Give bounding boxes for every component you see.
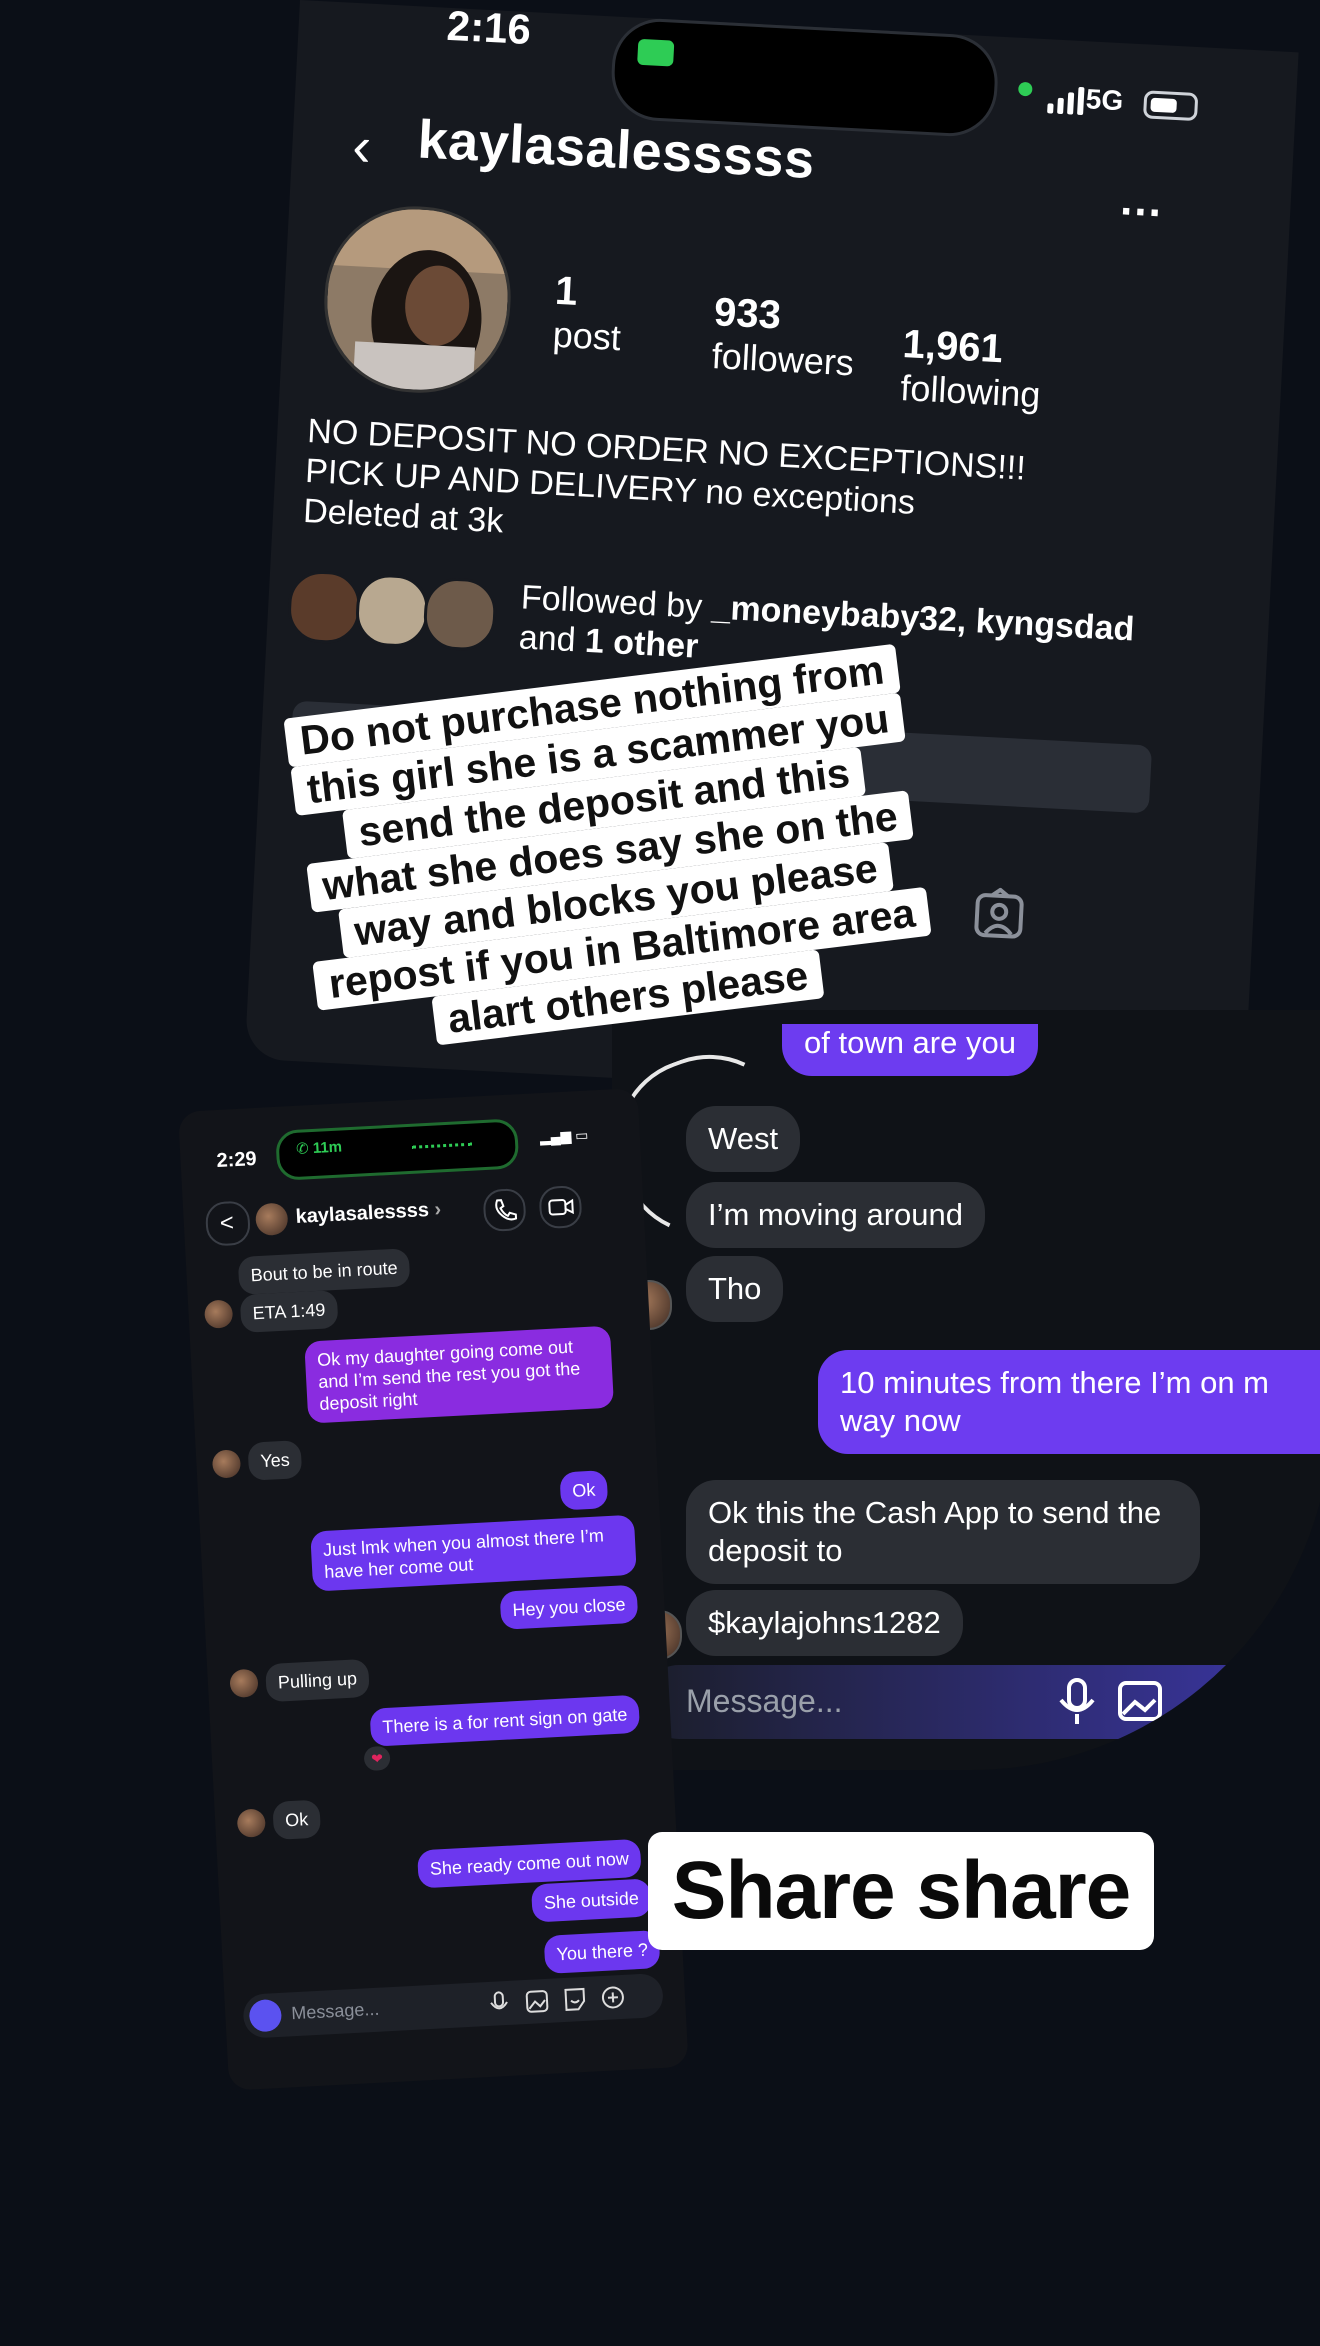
contact-avatar[interactable] bbox=[254, 1202, 289, 1237]
profile-avatar[interactable] bbox=[319, 201, 516, 398]
message-bubble: Ok this the Cash App to send the deposit… bbox=[686, 1480, 1200, 1584]
message-bubble: ETA 1:49 bbox=[239, 1289, 339, 1333]
follower-avatar bbox=[286, 569, 363, 645]
message-bubble: Ok bbox=[272, 1799, 322, 1840]
back-chevron-icon[interactable]: ‹ bbox=[351, 113, 373, 179]
privacy-indicator bbox=[1017, 81, 1033, 97]
more-icon[interactable]: ... bbox=[1119, 175, 1164, 227]
message-bubble: Yes bbox=[247, 1440, 303, 1481]
followers-count: 933 bbox=[713, 290, 783, 338]
back-button[interactable]: < bbox=[204, 1200, 252, 1247]
stat-followers[interactable]: 933 followers bbox=[711, 290, 857, 384]
mic-icon[interactable] bbox=[1057, 1678, 1097, 1726]
posts-label: post bbox=[551, 313, 622, 359]
stat-following[interactable]: 1,961 following bbox=[899, 322, 1043, 416]
status-time: 2:29 bbox=[216, 1147, 258, 1173]
message-bubble: Ok my daughter going come out and I’m se… bbox=[304, 1325, 615, 1424]
contact-avatar bbox=[211, 1449, 242, 1479]
dynamic-island bbox=[609, 16, 1001, 139]
call-timer: ✆ 11m bbox=[295, 1138, 343, 1158]
follower-avatar bbox=[422, 576, 498, 653]
contact-avatar bbox=[203, 1299, 234, 1329]
share-caption: Share share bbox=[648, 1832, 1154, 1950]
message-bubble: Hey you close bbox=[499, 1584, 639, 1630]
mic-icon[interactable] bbox=[486, 1990, 511, 2017]
message-bubble: Tho bbox=[686, 1256, 784, 1322]
video-icon[interactable] bbox=[538, 1185, 583, 1230]
contact-name[interactable]: kaylasalessss › bbox=[295, 1198, 442, 1229]
message-bubble: You there ? bbox=[543, 1929, 661, 1974]
stat-posts[interactable]: 1 post bbox=[552, 269, 625, 359]
contact-avatar bbox=[236, 1808, 267, 1838]
signal-icon: ▂▄▆ ▭ bbox=[539, 1126, 589, 1146]
followers-label: followers bbox=[710, 335, 855, 384]
message-bubble: She outside bbox=[530, 1878, 652, 1923]
message-bubble: 10 minutes from there I’m on m way now bbox=[818, 1350, 1320, 1454]
status-time: 2:16 bbox=[445, 1, 533, 54]
gallery-icon[interactable] bbox=[1117, 1680, 1163, 1722]
heart-reaction: ❤ bbox=[363, 1745, 391, 1772]
phone-icon[interactable] bbox=[482, 1187, 527, 1233]
chat-screenshot: 2:29 ✆ 11m ▂▄▆ ▭ < kaylasalessss › Bout … bbox=[178, 1087, 689, 2091]
message-placeholder: Message... bbox=[686, 1683, 843, 1719]
plus-icon[interactable] bbox=[600, 1984, 625, 2011]
camera-icon bbox=[637, 38, 675, 67]
message-bubble: Just lmk when you almost there I’m have … bbox=[310, 1514, 637, 1592]
battery-icon bbox=[1142, 90, 1199, 122]
posts-count: 1 bbox=[553, 268, 579, 314]
message-bubble: of town are you bbox=[782, 1024, 1038, 1076]
sticker-icon[interactable] bbox=[562, 1986, 587, 2013]
follower-avatar bbox=[354, 572, 431, 649]
network-label: 5G bbox=[1085, 83, 1125, 117]
following-count: 1,961 bbox=[901, 322, 1004, 372]
gallery-icon[interactable] bbox=[524, 1988, 549, 2015]
message-bubble: Ok bbox=[559, 1470, 609, 1511]
message-bubble: Pulling up bbox=[265, 1658, 370, 1703]
message-bubble: Bout to be in route bbox=[237, 1248, 411, 1296]
message-bubble: $kaylajohns1282 bbox=[686, 1590, 963, 1656]
message-bubble: There is a for rent sign on gate bbox=[369, 1694, 641, 1747]
signal-icon bbox=[1047, 85, 1085, 116]
tagged-icon[interactable] bbox=[972, 887, 1027, 942]
following-label: following bbox=[899, 366, 1042, 416]
profile-bio: NO DEPOSIT NO ORDER NO EXCEPTIONS!!! PIC… bbox=[302, 411, 1107, 573]
contact-avatar bbox=[229, 1668, 259, 1699]
